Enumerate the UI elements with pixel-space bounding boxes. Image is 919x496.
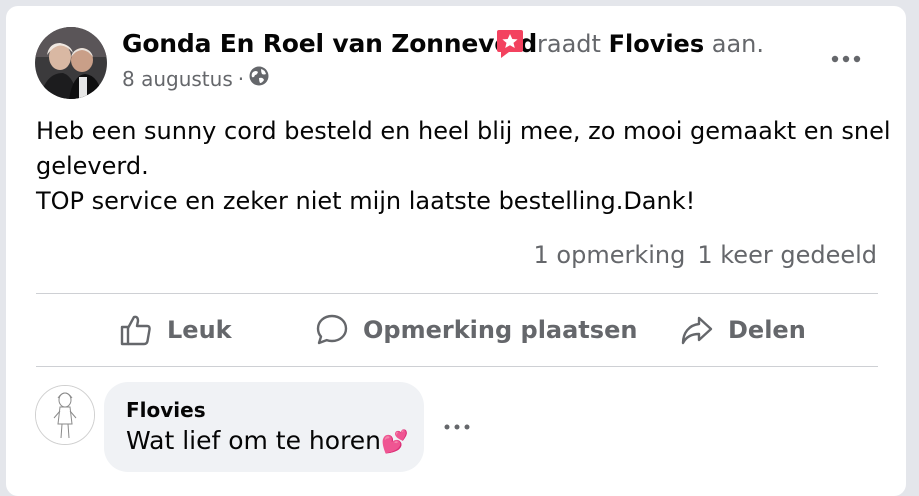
more-options-icon xyxy=(444,424,470,430)
comment-emoji: 💕 xyxy=(381,430,409,455)
comment-icon xyxy=(316,314,348,345)
post-date[interactable]: 8 augustus xyxy=(122,67,233,91)
post-text-line: geleverd. xyxy=(36,152,149,180)
thumbs-up-icon xyxy=(120,315,151,346)
recommend-star-icon xyxy=(495,28,525,60)
recommended-page-link[interactable]: Flovies xyxy=(609,30,705,58)
post-stats: 1 opmerking 1 keer gedeeld xyxy=(534,241,877,269)
author-avatar[interactable] xyxy=(35,27,107,99)
globe-icon[interactable] xyxy=(249,66,269,91)
share-button[interactable]: Delen xyxy=(680,294,806,366)
divider xyxy=(36,366,878,367)
recommends-word: raadt xyxy=(537,30,601,58)
comment-text: Wat lief om te horen💕 xyxy=(126,426,408,455)
like-label: Leuk xyxy=(167,316,232,344)
comment-author[interactable]: Flovies xyxy=(126,398,206,422)
post-text-line: Heb een sunny cord besteld en heel blij … xyxy=(36,117,891,145)
recommends-suffix: aan. xyxy=(711,30,765,58)
commenter-avatar[interactable] xyxy=(35,385,95,445)
share-label: Delen xyxy=(728,316,806,344)
meta-separator: · xyxy=(237,66,245,91)
comment-options-button[interactable] xyxy=(440,415,474,439)
post-text-line: TOP service en zeker niet mijn laatste b… xyxy=(36,187,696,215)
comment-button[interactable]: Opmerking plaatsen xyxy=(315,294,637,366)
comment-label: Opmerking plaatsen xyxy=(363,316,638,344)
post-text: Heb een sunny cord besteld en heel blij … xyxy=(36,114,896,219)
comment-count-link[interactable]: 1 opmerking xyxy=(534,241,686,269)
recommendation-text: raadt Flovies aan. xyxy=(537,30,764,58)
comment-text-content: Wat lief om te horen xyxy=(126,426,382,455)
like-button[interactable]: Leuk xyxy=(119,294,232,366)
more-options-icon xyxy=(831,55,861,63)
post-options-button[interactable] xyxy=(826,45,866,73)
comment-bubble: Flovies Wat lief om te horen💕 xyxy=(104,382,424,472)
share-icon xyxy=(681,316,713,345)
share-count-link[interactable]: 1 keer gedeeld xyxy=(697,241,877,269)
post-author-name[interactable]: Gonda En Roel van Zonneveld xyxy=(122,29,537,58)
post-actions: Leuk Opmerking plaatsen Delen xyxy=(36,294,878,366)
post-meta: 8 augustus · xyxy=(122,66,269,91)
